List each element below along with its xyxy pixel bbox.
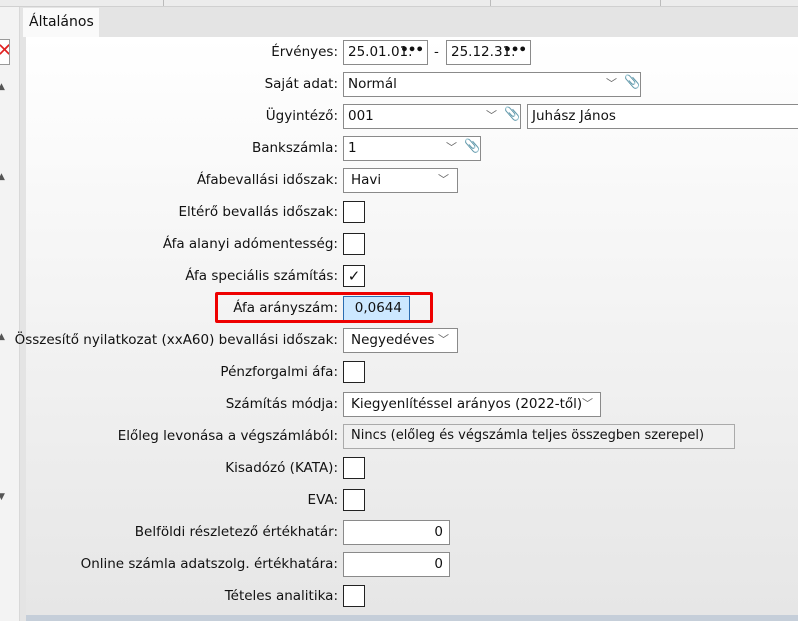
paperclip-icon: 📎 bbox=[464, 139, 481, 154]
row-ervenyes: Érvényes: 25.01.01. ••• - 25.12.31. ••• bbox=[26, 40, 798, 66]
scroll-up-icon[interactable]: ▲ bbox=[0, 82, 5, 92]
sajat-adat-select[interactable]: Normál ﹀ 📎 bbox=[343, 72, 641, 97]
row-teteles: Tételes analitika: bbox=[26, 584, 798, 610]
row-sajat-adat: Saját adat: Normál ﹀ 📎 bbox=[26, 72, 798, 98]
chevron-down-icon: ﹀ bbox=[438, 173, 449, 186]
row-alanyi: Áfa alanyi adómentesség: bbox=[26, 232, 798, 258]
top-tab-strip bbox=[0, 0, 798, 7]
ugyintezo-select[interactable]: 001 ﹀ 📎 bbox=[343, 104, 521, 129]
separator: - bbox=[434, 44, 439, 60]
kata-checkbox[interactable] bbox=[343, 457, 365, 479]
left-toolbar: ✕ ▲ ▲ ▲ ▼ bbox=[0, 7, 20, 621]
row-belfoldi: Belföldi részletező értékhatár: 0 bbox=[26, 520, 798, 546]
more-icon: ••• bbox=[400, 42, 424, 58]
row-bankszamla: Bankszámla: 1 ﹀ 📎 bbox=[26, 136, 798, 162]
row-szamitas-modja: Számítás módja: Kiegyenlítéssel arányos … bbox=[26, 392, 798, 418]
eloleg-field: Nincs (előleg és végszámla teljes összeg… bbox=[343, 424, 735, 449]
highlight-box bbox=[215, 292, 433, 323]
penzforgalmi-checkbox[interactable] bbox=[343, 361, 365, 383]
row-ugyintezo: Ügyintéző: 001 ﹀ 📎 Juhász János bbox=[26, 104, 798, 130]
move-top-icon[interactable]: ▲ bbox=[0, 332, 5, 342]
label: Előleg levonása a végszámlából: bbox=[117, 428, 338, 444]
row-specialis: Áfa speciális számítás: ✓ bbox=[26, 264, 798, 290]
row-eva: EVA: bbox=[26, 488, 798, 514]
paperclip-icon: 📎 bbox=[504, 107, 521, 122]
afabevallasi-select[interactable]: Havi ﹀ bbox=[343, 168, 458, 193]
label: Pénzforgalmi áfa: bbox=[220, 364, 338, 380]
label: Számítás módja: bbox=[225, 396, 338, 412]
row-eltero: Eltérő bevallás időszak: bbox=[26, 200, 798, 226]
label: EVA: bbox=[307, 492, 338, 508]
row-eloleg: Előleg levonása a végszámlából: Nincs (e… bbox=[26, 424, 798, 450]
row-online: Online számla adatszolg. értékhatára: 0 bbox=[26, 552, 798, 578]
chevron-down-icon: ﹀ bbox=[438, 333, 449, 346]
label: Összesítő nyilatkozat (xxA60) bevallási … bbox=[14, 332, 338, 348]
label: Érvényes: bbox=[271, 44, 338, 60]
paperclip-icon: 📎 bbox=[624, 75, 641, 90]
label: Kisadózó (KATA): bbox=[225, 460, 338, 476]
szamitas-modja-select[interactable]: Kiegyenlítéssel arányos (2022-től) ﹀ bbox=[343, 392, 601, 417]
osszesito-select[interactable]: Negyedéves ﹀ bbox=[343, 328, 458, 353]
row-afabevallasi: Áfabevallási időszak: Havi ﹀ bbox=[26, 168, 798, 194]
alanyi-checkbox[interactable] bbox=[343, 233, 365, 255]
label: Ügyintéző: bbox=[265, 108, 338, 124]
label: Online számla adatszolg. értékhatára: bbox=[80, 556, 338, 572]
specialis-checkbox[interactable]: ✓ bbox=[343, 265, 365, 287]
label: Eltérő bevallás időszak: bbox=[178, 204, 338, 220]
label: Áfa speciális számítás: bbox=[185, 268, 338, 284]
form-panel: Érvényes: 25.01.01. ••• - 25.12.31. ••• Sa… bbox=[15, 37, 798, 615]
ugyintezo-name-field[interactable]: Juhász János bbox=[527, 104, 798, 129]
online-field[interactable]: 0 bbox=[343, 552, 450, 577]
row-osszesito: Összesítő nyilatkozat (xxA60) bevallási … bbox=[15, 328, 798, 354]
label: Áfa alanyi adómentesség: bbox=[162, 236, 338, 252]
date-to-field[interactable]: 25.12.31. ••• bbox=[446, 40, 531, 65]
label: Belföldi részletező értékhatár: bbox=[134, 524, 338, 540]
label: Bankszámla: bbox=[251, 140, 338, 156]
row-penzforgalmi: Pénzforgalmi áfa: bbox=[26, 360, 798, 386]
eva-checkbox[interactable] bbox=[343, 489, 365, 511]
chevron-down-icon: ﹀ bbox=[582, 397, 593, 410]
label: Áfabevallási időszak: bbox=[196, 172, 338, 188]
tab-altalanos[interactable]: Általános bbox=[23, 8, 99, 37]
more-icon: ••• bbox=[503, 42, 527, 58]
move-up-icon[interactable]: ▲ bbox=[0, 172, 5, 182]
chevron-down-icon: ﹀ bbox=[446, 141, 457, 154]
label: Saját adat: bbox=[264, 76, 338, 92]
chevron-down-icon: ﹀ bbox=[606, 77, 617, 90]
teteles-checkbox[interactable] bbox=[343, 585, 365, 607]
chevron-down-icon: ﹀ bbox=[486, 109, 497, 122]
bankszamla-select[interactable]: 1 ﹀ 📎 bbox=[343, 136, 481, 161]
close-icon[interactable]: ✕ bbox=[0, 39, 10, 65]
eltero-checkbox[interactable] bbox=[343, 201, 365, 223]
date-from-field[interactable]: 25.01.01. ••• bbox=[343, 40, 428, 65]
belfoldi-field[interactable]: 0 bbox=[343, 520, 450, 545]
move-down-icon[interactable]: ▼ bbox=[0, 492, 5, 502]
label: Tételes analitika: bbox=[224, 588, 338, 604]
bottom-bar bbox=[26, 615, 798, 621]
row-kata: Kisadózó (KATA): bbox=[26, 456, 798, 482]
